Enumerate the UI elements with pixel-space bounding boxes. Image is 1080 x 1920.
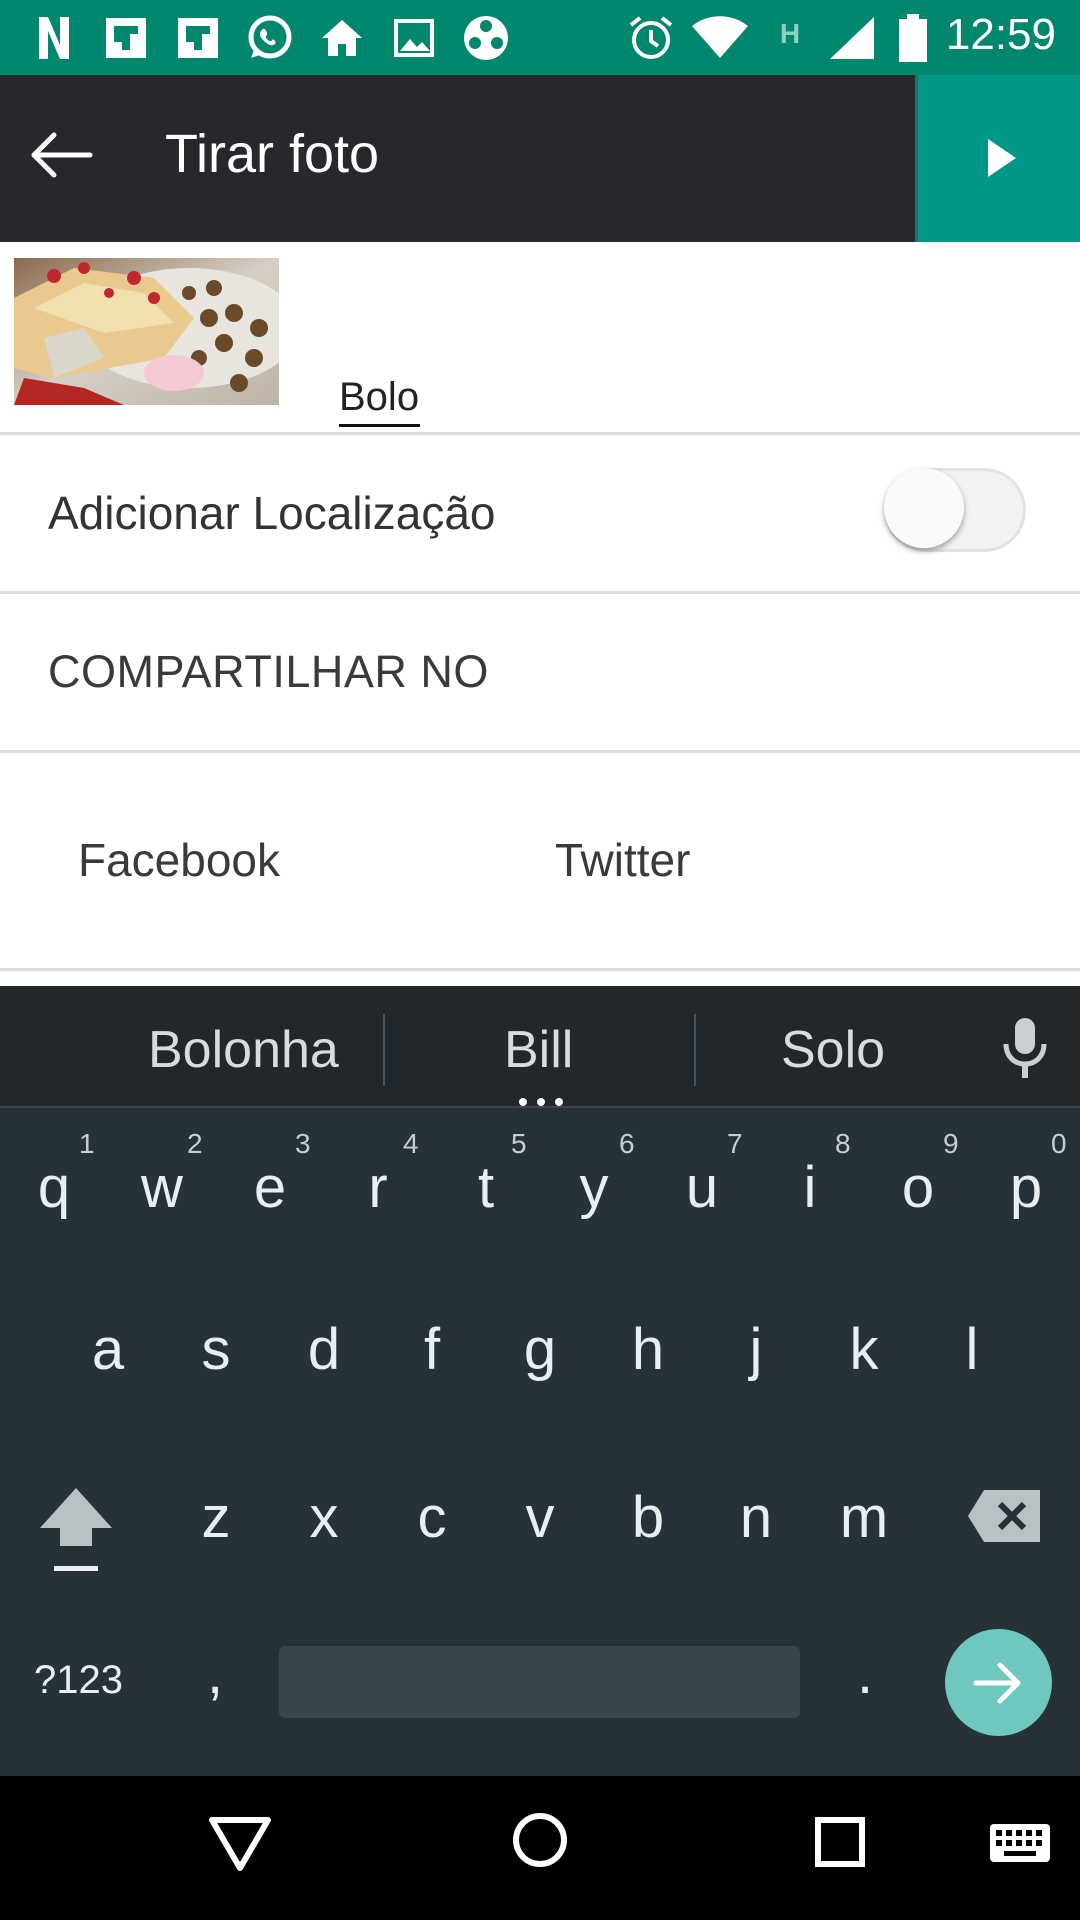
key-d[interactable]: d bbox=[279, 1316, 369, 1383]
key-g[interactable]: g bbox=[495, 1316, 585, 1383]
key-z[interactable]: z bbox=[171, 1484, 261, 1551]
share-facebook-button[interactable]: Facebook bbox=[78, 833, 280, 887]
divider bbox=[0, 591, 1080, 594]
toggle-thumb bbox=[884, 468, 964, 548]
battery-icon bbox=[896, 14, 930, 62]
suggestion-item[interactable]: Bolonha bbox=[148, 1020, 339, 1080]
suggestion-strip: Bolonha Bill Solo bbox=[0, 986, 1080, 1108]
symbols-key[interactable]: ?123 bbox=[34, 1658, 123, 1703]
key-m[interactable]: m bbox=[819, 1484, 909, 1551]
flipboard-icon bbox=[176, 14, 220, 62]
back-arrow-icon[interactable] bbox=[26, 125, 96, 185]
netflix-icon bbox=[34, 14, 74, 62]
enter-key[interactable] bbox=[945, 1629, 1052, 1736]
signal-icon bbox=[826, 14, 878, 62]
nav-recents-icon[interactable] bbox=[814, 1816, 866, 1873]
key-f[interactable]: f bbox=[387, 1316, 477, 1383]
key-l[interactable]: l bbox=[927, 1316, 1017, 1383]
status-bar: H 12:59 bbox=[0, 0, 1080, 75]
next-button[interactable] bbox=[915, 75, 1080, 242]
key-t[interactable]: t bbox=[441, 1154, 531, 1221]
alarm-icon bbox=[626, 14, 676, 62]
share-section-header: COMPARTILHAR NO bbox=[48, 646, 489, 697]
nav-home-icon[interactable] bbox=[510, 1810, 570, 1875]
key-x[interactable]: x bbox=[279, 1484, 369, 1551]
navigation-bar bbox=[0, 1776, 1080, 1920]
key-n[interactable]: n bbox=[711, 1484, 801, 1551]
space-bar[interactable] bbox=[279, 1646, 800, 1718]
comma-key[interactable]: , bbox=[170, 1640, 260, 1707]
period-key[interactable]: . bbox=[820, 1640, 910, 1707]
suggestion-separator bbox=[383, 1014, 385, 1086]
suggestion-item[interactable]: Bill bbox=[504, 1020, 573, 1080]
caption-underline bbox=[339, 424, 420, 427]
key-a[interactable]: a bbox=[63, 1316, 153, 1383]
key-p[interactable]: p bbox=[981, 1154, 1071, 1221]
key-u[interactable]: u bbox=[657, 1154, 747, 1221]
nav-back-icon[interactable] bbox=[208, 1816, 272, 1877]
add-location-label: Adicionar Localização bbox=[48, 487, 496, 539]
reel-icon bbox=[460, 14, 512, 62]
shift-key[interactable] bbox=[36, 1486, 116, 1581]
backspace-key[interactable] bbox=[966, 1488, 1042, 1549]
key-w[interactable]: w bbox=[117, 1154, 207, 1221]
wifi-icon bbox=[690, 14, 750, 62]
more-suggestions-dots bbox=[518, 1094, 564, 1112]
arrow-right-icon bbox=[973, 1662, 1021, 1704]
key-c[interactable]: c bbox=[387, 1484, 477, 1551]
key-e[interactable]: e bbox=[225, 1154, 315, 1221]
keyboard: Bolonha Bill Solo 1 2 3 4 5 6 7 8 9 0 q … bbox=[0, 986, 1080, 1776]
suggestion-separator bbox=[694, 1014, 696, 1086]
share-twitter-button[interactable]: Twitter bbox=[555, 833, 690, 887]
keyboard-switch-icon[interactable] bbox=[988, 1822, 1052, 1869]
key-h[interactable]: h bbox=[603, 1316, 693, 1383]
flipboard-icon bbox=[104, 14, 148, 62]
whatsapp-icon bbox=[244, 14, 294, 62]
key-y[interactable]: y bbox=[549, 1154, 639, 1221]
image-icon bbox=[392, 14, 436, 62]
play-arrow-icon bbox=[988, 139, 1016, 177]
suggestion-item[interactable]: Solo bbox=[781, 1020, 885, 1080]
home-icon bbox=[318, 14, 366, 62]
divider bbox=[0, 968, 1080, 971]
key-r[interactable]: r bbox=[333, 1154, 423, 1221]
key-k[interactable]: k bbox=[819, 1316, 909, 1383]
microphone-icon[interactable] bbox=[1000, 1016, 1050, 1085]
divider bbox=[0, 432, 1080, 435]
shift-icon bbox=[40, 1488, 112, 1571]
photo-thumbnail[interactable] bbox=[14, 258, 279, 405]
key-i[interactable]: i bbox=[765, 1154, 855, 1221]
key-s[interactable]: s bbox=[171, 1316, 261, 1383]
key-o[interactable]: o bbox=[873, 1154, 963, 1221]
divider bbox=[0, 750, 1080, 753]
network-type-label: H bbox=[779, 18, 801, 49]
location-toggle[interactable] bbox=[880, 464, 1030, 556]
backspace-icon bbox=[968, 1490, 1040, 1542]
caption-input[interactable]: Bolo bbox=[339, 375, 419, 420]
key-j[interactable]: j bbox=[711, 1316, 801, 1383]
key-q[interactable]: q bbox=[9, 1154, 99, 1221]
key-v[interactable]: v bbox=[495, 1484, 585, 1551]
key-b[interactable]: b bbox=[603, 1484, 693, 1551]
clock: 12:59 bbox=[945, 10, 1056, 59]
app-bar: Tirar foto bbox=[0, 75, 1080, 242]
page-title: Tirar foto bbox=[165, 124, 380, 184]
